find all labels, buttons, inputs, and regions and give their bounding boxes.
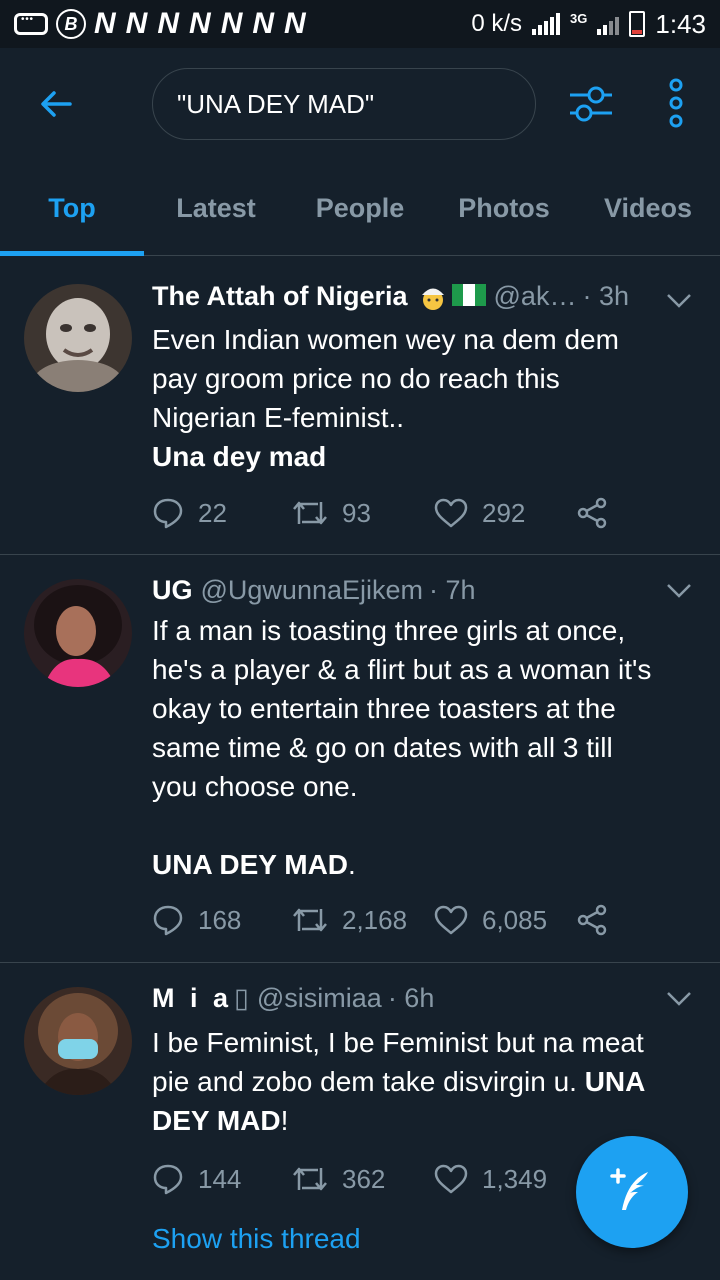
compose-tweet-button[interactable]	[576, 1136, 688, 1248]
tweet[interactable]: UG @UgwunnaEjikem · 7h If a man is toast…	[0, 555, 720, 963]
search-tabs: Top Latest People Photos Videos	[0, 160, 720, 256]
b-app-notification-icon: B	[56, 9, 86, 39]
handle: @sisimiaa	[256, 983, 382, 1013]
tweet-actions: 168 2,168 6,085	[152, 904, 608, 936]
compose-feather-icon	[610, 1168, 648, 1210]
share-icon	[577, 904, 607, 936]
retweet-icon	[293, 501, 327, 525]
reply-button[interactable]: 168	[152, 904, 292, 936]
like-button[interactable]: 292	[434, 498, 576, 529]
retweet-button[interactable]: 362	[292, 1164, 434, 1195]
tweet-header: The Attah of Nigeria @ak… · 3h	[152, 281, 660, 312]
tab-latest[interactable]: Latest	[144, 160, 288, 256]
name-glyph: ▯	[234, 983, 249, 1013]
tab-photos[interactable]: Photos	[432, 160, 576, 256]
retweet-button[interactable]: 93	[292, 498, 434, 529]
clock: 1:43	[655, 8, 706, 39]
retweet-button[interactable]: 2,168	[292, 905, 434, 936]
signal-icon-2	[597, 13, 620, 35]
avatar[interactable]	[24, 987, 132, 1095]
filter-sliders-icon[interactable]	[568, 82, 614, 126]
display-name[interactable]: UG	[152, 575, 193, 606]
chevron-down-icon[interactable]	[666, 583, 692, 599]
nigeria-flag-icon	[451, 283, 486, 306]
tweet[interactable]: The Attah of Nigeria @ak… · 3h Even Indi…	[0, 257, 720, 555]
notification-n-icon: N	[189, 7, 213, 40]
tweet-actions: 22 93 292	[152, 497, 608, 529]
retweet-icon	[293, 1167, 327, 1191]
tweet-actions: 144 362 1,349	[152, 1163, 576, 1195]
reply-icon	[153, 1164, 183, 1195]
tweet-text: I be Feminist, I be Feminist but na meat…	[152, 1027, 646, 1136]
show-thread-link[interactable]: Show this thread	[152, 1223, 361, 1255]
chevron-down-icon[interactable]	[666, 293, 692, 309]
tweet-header: M i a ▯ @sisimiaa · 6h	[152, 983, 660, 1014]
back-arrow-icon[interactable]	[36, 84, 76, 124]
timestamp: · 6h	[387, 983, 435, 1013]
notification-n-icon: N	[125, 7, 150, 40]
notification-n-icon: N	[157, 7, 182, 40]
handle: @UgwunnaEjikem	[200, 575, 424, 605]
notification-n-icon: N	[94, 7, 118, 40]
tab-top[interactable]: Top	[0, 160, 144, 256]
share-button[interactable]	[576, 497, 608, 529]
status-bar: B N N N N N N N 0 k/s 3G 1:43	[0, 0, 720, 48]
chevron-down-icon[interactable]	[666, 991, 692, 1007]
like-button[interactable]: 6,085	[434, 905, 576, 936]
heart-icon	[434, 498, 468, 528]
notification-n-icon: N	[252, 7, 277, 40]
battery-icon	[629, 11, 646, 37]
network-type: 3G	[570, 10, 588, 26]
reply-icon	[153, 498, 183, 529]
display-name[interactable]: The Attah of Nigeria	[152, 281, 408, 312]
tab-videos[interactable]: Videos	[576, 160, 720, 256]
tweet-text: If a man is toasting three girls at once…	[152, 615, 652, 880]
search-query: "UNA DEY MAD"	[177, 88, 375, 119]
tweet-text: Even Indian women wey na dem dem pay gro…	[152, 324, 619, 472]
heart-icon	[434, 905, 468, 935]
heart-icon	[434, 1164, 468, 1194]
turban-emoji-icon	[421, 288, 444, 310]
search-input[interactable]: "UNA DEY MAD"	[152, 68, 536, 140]
share-button[interactable]	[576, 904, 608, 936]
message-notification-icon	[14, 13, 48, 35]
network-speed: 0 k/s	[471, 10, 523, 37]
tweet-feed: The Attah of Nigeria @ak… · 3h Even Indi…	[0, 257, 720, 1280]
notification-n-icon: N	[284, 7, 308, 40]
signal-icon	[532, 13, 561, 35]
timestamp: · 3h	[582, 281, 629, 311]
name-emojis	[418, 282, 486, 312]
handle: @ak…	[493, 281, 577, 311]
tab-people[interactable]: People	[288, 160, 432, 256]
share-icon	[577, 497, 607, 529]
more-vertical-icon[interactable]	[664, 78, 688, 128]
retweet-icon	[293, 908, 327, 932]
avatar[interactable]	[24, 579, 132, 687]
reply-button[interactable]: 144	[152, 1163, 292, 1195]
display-name[interactable]: M i a	[152, 983, 232, 1014]
timestamp: · 7h	[429, 575, 476, 605]
avatar[interactable]	[24, 284, 132, 392]
search-header: "UNA DEY MAD"	[0, 48, 720, 160]
reply-icon	[153, 905, 183, 936]
like-button[interactable]: 1,349	[434, 1164, 576, 1195]
notification-n-icon: N	[220, 7, 245, 40]
tweet-header: UG @UgwunnaEjikem · 7h	[152, 575, 660, 606]
reply-button[interactable]: 22	[152, 497, 292, 529]
